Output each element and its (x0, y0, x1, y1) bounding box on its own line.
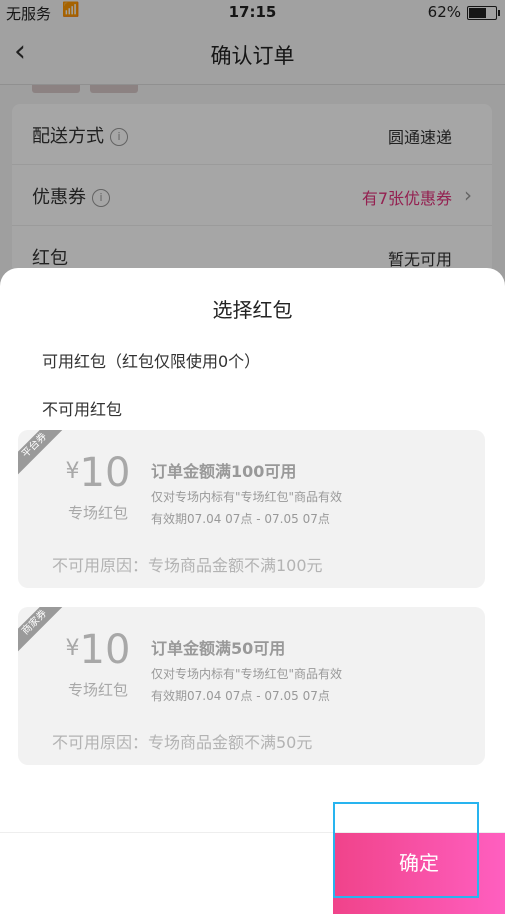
sheet-title: 选择红包 (212, 298, 293, 322)
available-label: 可用红包（红包仅限使用0个） (42, 352, 261, 371)
confirm-highlight-box (333, 802, 479, 898)
coupon-condition: 订单金额满100可用 (151, 462, 297, 481)
redpacket-card: 商家券 ¥10 专场红包 订单金额满50可用 仅对专场内标有"专场红包"商品有效… (18, 607, 485, 765)
coupon-validity: 有效期07.04 07点 - 07.05 07点 (151, 689, 330, 703)
coupon-type: 专场红包 (67, 681, 128, 699)
coupon-reason: 不可用原因：专场商品金额不满50元 (52, 733, 313, 752)
coupon-reason: 不可用原因：专场商品金额不满100元 (52, 556, 323, 575)
coupon-scope: 仅对专场内标有"专场红包"商品有效 (151, 490, 343, 504)
coupon-condition: 订单金额满50可用 (151, 639, 286, 658)
coupon-scope: 仅对专场内标有"专场红包"商品有效 (151, 667, 343, 681)
coupon-amount: ¥10 (65, 627, 131, 673)
unavailable-label: 不可用红包 (42, 400, 123, 419)
coupon-validity: 有效期07.04 07点 - 07.05 07点 (151, 512, 330, 526)
coupon-type: 专场红包 (67, 504, 128, 522)
redpacket-card: 平台券 ¥10 专场红包 订单金额满100可用 仅对专场内标有"专场红包"商品有… (18, 430, 485, 588)
coupon-amount: ¥10 (65, 450, 131, 496)
